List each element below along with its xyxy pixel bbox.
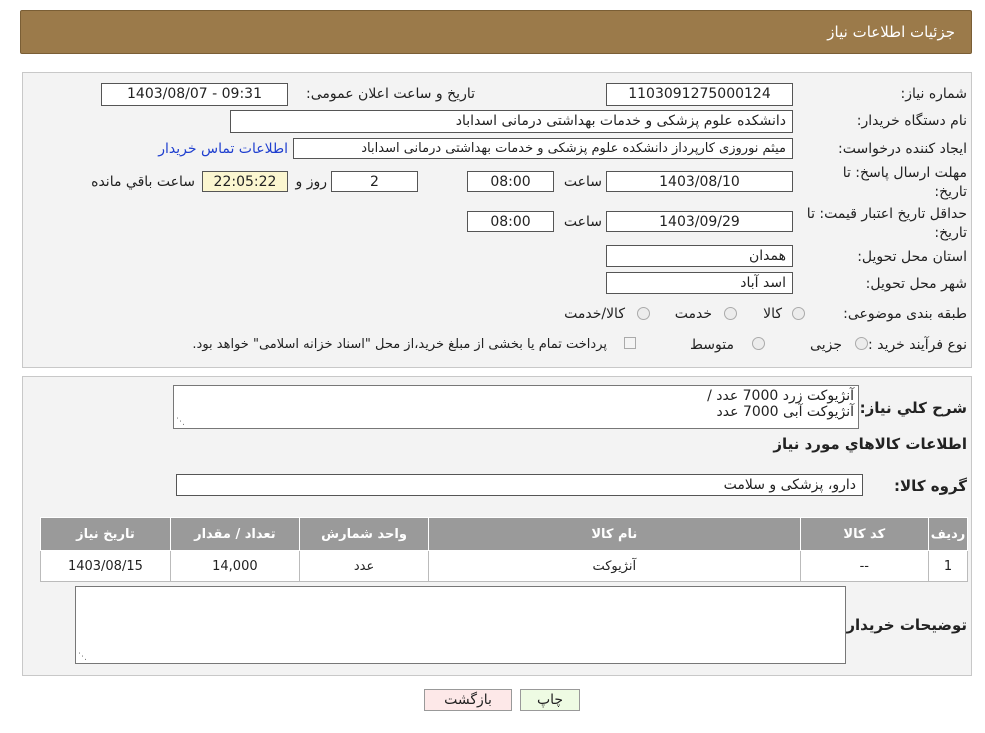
- category-radio-service[interactable]: [724, 307, 737, 320]
- price-validity-time-field: 08:00: [467, 211, 554, 232]
- city-field: اسد آباد: [606, 272, 793, 294]
- resize-grip-icon[interactable]: ⋰: [176, 418, 185, 427]
- process-option-medium: متوسط: [690, 337, 734, 353]
- deadline-date-field: 1403/08/10: [606, 171, 793, 192]
- cell-quantity: 14,000: [169, 550, 300, 582]
- creator-field: میثم نوروزی کارپرداز دانشکده علوم پزشکی …: [293, 138, 793, 159]
- category-radio-goods[interactable]: [792, 307, 805, 320]
- description-label: شرح کلي نياز:: [859, 399, 967, 417]
- process-radio-medium[interactable]: [752, 337, 765, 350]
- print-button[interactable]: چاپ: [520, 689, 580, 711]
- cell-date: 1403/08/15: [40, 550, 171, 582]
- category-option-goods: کالا: [763, 306, 782, 322]
- need-number-label: شماره نیاز:: [900, 86, 968, 102]
- col-header-name: نام کالا: [428, 517, 801, 551]
- goods-table-header: رديف کد کالا نام کالا واحد شمارش تعداد /…: [40, 517, 968, 551]
- announce-datetime-field: 1403/08/07 - 09:31: [101, 83, 288, 106]
- cell-code: --: [799, 550, 930, 582]
- description-line-1: آنژیوکت زرد 7000 عدد /: [707, 388, 854, 404]
- category-option-goods-service: کالا/خدمت: [564, 306, 625, 322]
- goods-group-label: گروه کالا:: [894, 477, 967, 495]
- price-validity-date-field: 1403/09/29: [606, 211, 793, 232]
- goods-group-field: دارو، پزشکی و سلامت: [176, 474, 863, 496]
- category-label: طبقه بندی موضوعی:: [843, 306, 967, 322]
- process-option-minor: جزیی: [810, 337, 842, 353]
- creator-label: ایجاد کننده درخواست:: [838, 141, 967, 157]
- buyer-notes-textarea[interactable]: ⋰: [75, 586, 846, 664]
- page-title: جزئیات اطلاعات نیاز: [827, 23, 955, 41]
- city-label: شهر محل تحویل:: [865, 276, 967, 292]
- remaining-days-field: 2: [331, 171, 418, 192]
- buyer-org-field: دانشکده علوم پزشکی و خدمات بهداشتی درمان…: [230, 110, 793, 133]
- back-button[interactable]: بازگشت: [424, 689, 512, 711]
- treasury-payment-note: پرداخت تمام یا بخشی از مبلغ خرید،از محل …: [192, 337, 607, 352]
- need-number-field: 1103091275000124: [606, 83, 793, 106]
- treasury-payment-checkbox[interactable]: [624, 337, 636, 349]
- cell-name: آنژیوکت: [428, 550, 801, 582]
- province-label: استان محل تحویل:: [857, 249, 967, 265]
- table-row: 1 -- آنژیوکت عدد 14,000 1403/08/15: [40, 550, 968, 582]
- province-field: همدان: [606, 245, 793, 267]
- col-header-unit: واحد شمارش: [298, 517, 430, 551]
- col-header-date: تاریخ نیاز: [40, 517, 171, 551]
- goods-table: رديف کد کالا نام کالا واحد شمارش تعداد /…: [40, 517, 968, 582]
- days-label: روز و: [295, 174, 328, 190]
- buyer-org-label: نام دستگاه خریدار:: [856, 113, 967, 129]
- col-header-code: کد کالا: [799, 517, 930, 551]
- deadline-time-label: ساعت: [563, 174, 602, 190]
- deadline-label: مهلت ارسال پاسخ: تا: [842, 165, 967, 181]
- remaining-time-field: 22:05:22: [202, 171, 288, 192]
- remaining-time-label: ساعت باقي مانده: [91, 174, 195, 190]
- deadline-time-field: 08:00: [467, 171, 554, 192]
- description-line-2: آنژیوکت آبی 7000 عدد: [716, 404, 854, 420]
- cell-unit: عدد: [298, 550, 430, 582]
- resize-grip-icon[interactable]: ⋰: [78, 653, 87, 662]
- price-validity-label-date: تاریخ:: [934, 225, 967, 241]
- process-type-label: نوع فرآیند خرید :: [868, 337, 967, 353]
- description-textarea[interactable]: آنژیوکت زرد 7000 عدد / آنژیوکت آبی 7000 …: [173, 385, 859, 429]
- buyer-contact-link[interactable]: اطلاعات تماس خریدار: [158, 141, 288, 157]
- category-radio-goods-service[interactable]: [637, 307, 650, 320]
- announce-datetime-label: تاریخ و ساعت اعلان عمومی:: [306, 86, 475, 102]
- buyer-notes-label: توضيحات خريدار:: [840, 616, 967, 634]
- deadline-label-date: تاریخ:: [934, 184, 967, 200]
- price-validity-label: حداقل تاریخ اعتبار قیمت: تا: [806, 206, 967, 222]
- process-radio-minor[interactable]: [855, 337, 868, 350]
- validity-time-label: ساعت: [563, 214, 602, 230]
- goods-info-title: اطلاعات کالاهاي مورد نياز: [773, 435, 967, 453]
- col-header-quantity: تعداد / مقدار: [169, 517, 300, 551]
- category-option-service: خدمت: [674, 306, 712, 322]
- page-header: جزئیات اطلاعات نیاز: [20, 10, 972, 54]
- col-header-row-no: رديف: [928, 517, 968, 551]
- cell-row-no: 1: [928, 550, 968, 582]
